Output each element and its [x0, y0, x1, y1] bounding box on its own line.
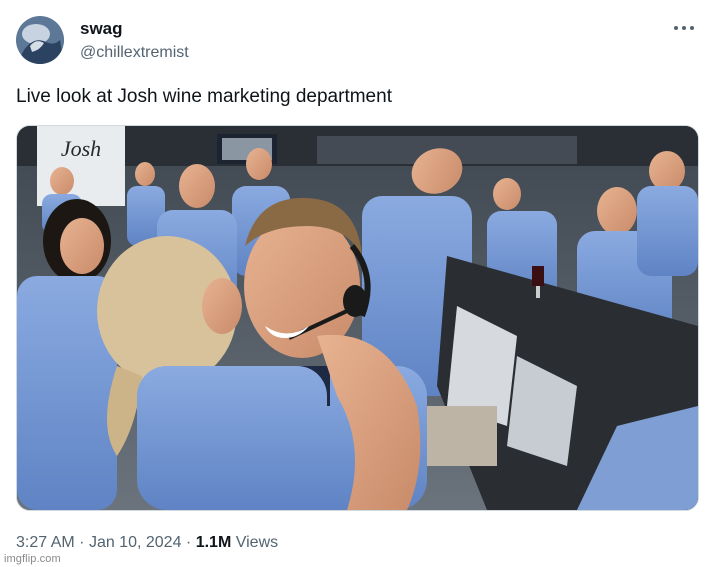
tweet-date[interactable]: Jan 10, 2024	[89, 534, 182, 551]
tweet-meta: 3:27 AM · Jan 10, 2024 · 1.1M Views	[16, 532, 278, 554]
author-name[interactable]: swag	[80, 18, 123, 40]
imgflip-watermark: imgflip.com	[4, 553, 61, 565]
views-label: Views	[235, 534, 279, 551]
views-count: 1.1M	[195, 534, 232, 551]
author-handle[interactable]: @chillextremist	[80, 43, 189, 63]
meta-separator: ·	[185, 534, 192, 551]
josh-sign-text: Josh	[61, 136, 101, 161]
tweet-card: swag @chillextremist Live look at Josh w…	[0, 0, 716, 567]
avatar-image	[16, 16, 64, 64]
avatar[interactable]	[16, 16, 64, 64]
tweet-text: Live look at Josh wine marketing departm…	[16, 86, 392, 107]
tweet-time[interactable]: 3:27 AM	[16, 534, 75, 551]
meta-separator: ·	[79, 534, 85, 551]
more-options-button[interactable]	[670, 18, 698, 38]
more-horizontal-icon	[674, 26, 694, 30]
mission-control-photo: Josh	[17, 126, 698, 510]
tweet-photo[interactable]: Josh	[16, 125, 699, 511]
